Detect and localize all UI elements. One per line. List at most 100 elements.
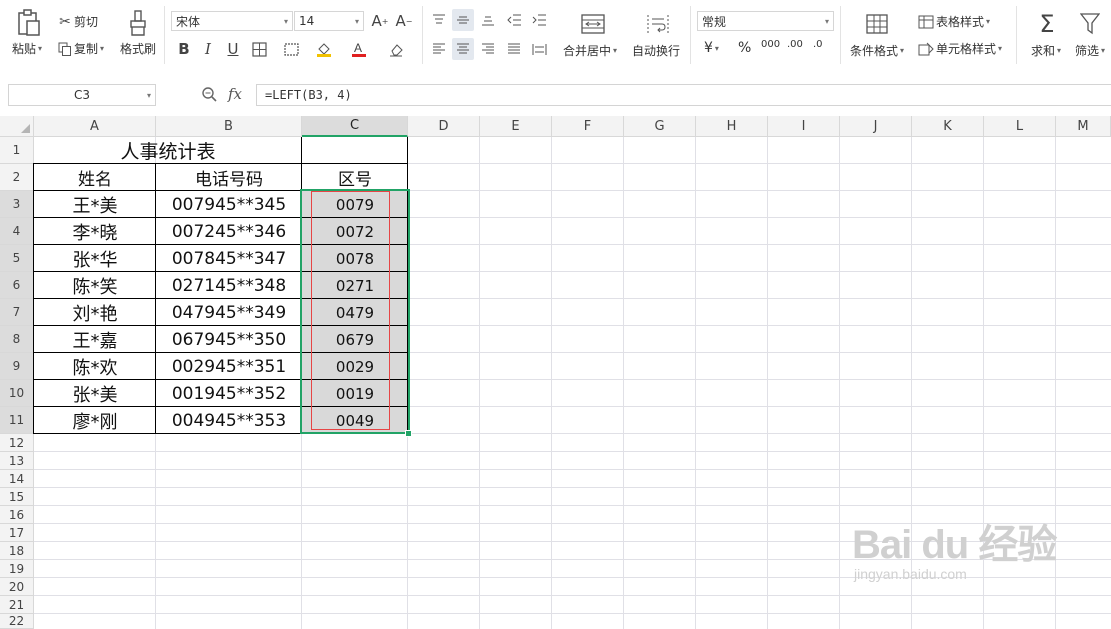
align-bottom-icon[interactable] [477,9,499,31]
sum-button[interactable]: 求和 ▾ [1031,42,1061,59]
row-header-2[interactable]: 2 [0,164,34,191]
percent-button[interactable]: % [738,40,751,56]
row-header-10[interactable]: 10 [0,380,34,407]
table-cell[interactable]: 陈*欢 [34,353,156,380]
select-all-corner[interactable] [0,116,34,137]
zoom-icon[interactable] [201,86,217,106]
align-center-icon[interactable] [452,38,474,60]
filter-icon[interactable] [1077,10,1103,38]
column-title-phone[interactable]: 电话号码 [156,164,302,191]
paste-icon[interactable] [14,8,44,38]
conditional-format-button[interactable]: 条件格式 ▾ [850,42,904,59]
align-right-icon[interactable] [477,38,499,60]
fill-color-icon[interactable] [313,38,335,60]
row-header-11[interactable]: 11 [0,407,34,434]
table-cell[interactable]: 廖*刚 [34,407,156,434]
row-header-15[interactable]: 15 [0,488,34,506]
align-middle-icon[interactable] [452,9,474,31]
row-header-19[interactable]: 19 [0,560,34,578]
currency-button[interactable]: ¥ ▾ [704,40,719,56]
row-header-1[interactable]: 1 [0,137,34,164]
distributed-align-icon[interactable] [528,38,550,60]
function-icon[interactable]: fx [228,85,242,103]
table-cell[interactable]: 刘*艳 [34,299,156,326]
table-cell[interactable]: 李*晓 [34,218,156,245]
row-header-5[interactable]: 5 [0,245,34,272]
row-header-6[interactable]: 6 [0,272,34,299]
cell-format-icon[interactable] [280,38,302,60]
table-cell[interactable]: 陈*笑 [34,272,156,299]
align-top-icon[interactable] [428,9,450,31]
column-header-i[interactable]: I [768,116,840,137]
name-box[interactable]: C3 ▾ [8,84,156,106]
sum-icon[interactable]: Σ [1034,10,1060,38]
table-cell[interactable]: 002945**351 [156,353,302,380]
column-header-c[interactable]: C [302,116,408,137]
conditional-format-icon[interactable] [864,12,890,36]
wrap-text-icon[interactable] [644,13,672,35]
table-cell[interactable]: 王*嘉 [34,326,156,353]
row-header-20[interactable]: 20 [0,578,34,596]
column-header-d[interactable]: D [408,116,480,137]
row-header-4[interactable]: 4 [0,218,34,245]
table-cell[interactable]: 007245**346 [156,218,302,245]
format-painter-button[interactable]: 格式刷 [120,40,156,57]
font-name-select[interactable]: 宋体 ▾ [171,11,293,31]
table-cell[interactable]: 张*美 [34,380,156,407]
wrap-text-button[interactable]: 自动换行 [632,42,680,59]
copy-button[interactable]: 复制 ▾ [56,40,104,57]
borders-icon[interactable] [248,38,270,60]
filter-button[interactable]: 筛选 ▾ [1075,42,1105,59]
row-header-9[interactable]: 9 [0,353,34,380]
column-header-f[interactable]: F [552,116,624,137]
row-header-8[interactable]: 8 [0,326,34,353]
merge-center-icon[interactable] [579,13,607,35]
increase-indent-icon[interactable] [528,9,550,31]
column-header-h[interactable]: H [696,116,768,137]
table-cell[interactable]: 067945**350 [156,326,302,353]
table-cell[interactable]: 张*华 [34,245,156,272]
number-format-select[interactable]: 常规 ▾ [697,11,834,31]
column-header-m[interactable]: M [1056,116,1111,137]
table-cell[interactable]: 047945**349 [156,299,302,326]
column-header-a[interactable]: A [34,116,156,137]
row-header-17[interactable]: 17 [0,524,34,542]
decrease-indent-icon[interactable] [503,9,525,31]
row-header-12[interactable]: 12 [0,434,34,452]
table-cell[interactable]: 007945**345 [156,191,302,218]
column-title-area-code[interactable]: 区号 [302,164,408,191]
row-header-18[interactable]: 18 [0,542,34,560]
justify-icon[interactable] [503,38,525,60]
row-header-14[interactable]: 14 [0,470,34,488]
table-cell[interactable]: 004945**353 [156,407,302,434]
cell-style-button[interactable]: 单元格样式 ▾ [916,40,1002,57]
underline-button[interactable]: U [222,38,244,60]
table-cell[interactable]: 001945**352 [156,380,302,407]
italic-button[interactable]: I [197,38,219,60]
sheet-title[interactable]: 人事统计表 [34,137,302,164]
table-cell[interactable]: 王*美 [34,191,156,218]
bold-button[interactable]: B [173,38,195,60]
decrease-font-icon[interactable]: A − [393,10,415,32]
merge-center-button[interactable]: 合并居中 ▾ [563,42,617,59]
column-header-b[interactable]: B [156,116,302,137]
paste-button[interactable]: 粘贴 ▾ [12,40,42,57]
column-title-name[interactable]: 姓名 [34,164,156,191]
font-color-icon[interactable]: A [348,38,370,60]
decrease-decimal-button[interactable]: .0 [813,39,823,50]
fill-handle[interactable] [405,430,412,437]
thousands-button[interactable]: 000 [761,39,780,50]
row-header-3[interactable]: 3 [0,191,34,218]
row-header-7[interactable]: 7 [0,299,34,326]
format-painter-icon[interactable] [125,8,151,38]
clear-format-icon[interactable] [385,38,407,60]
cut-button[interactable]: ✂ 剪切 [56,13,98,30]
align-left-icon[interactable] [428,38,450,60]
font-size-select[interactable]: 14 ▾ [294,11,364,31]
column-header-g[interactable]: G [624,116,696,137]
row-header-21[interactable]: 21 [0,596,34,614]
table-style-button[interactable]: 表格样式 ▾ [916,13,990,30]
column-header-e[interactable]: E [480,116,552,137]
column-header-l[interactable]: L [984,116,1056,137]
increase-decimal-button[interactable]: .00 [787,39,803,50]
